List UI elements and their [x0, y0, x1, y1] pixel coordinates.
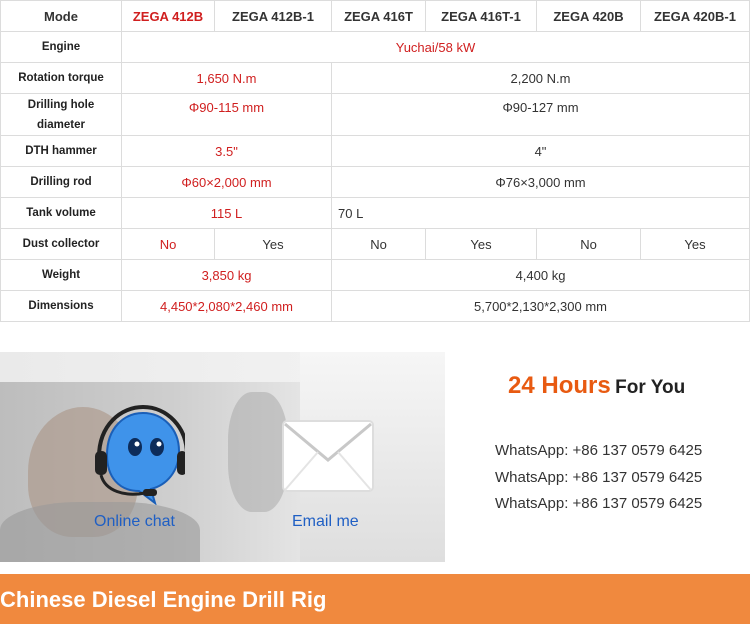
model-zega-412b-1: ZEGA 412B-1 — [214, 0, 332, 32]
contact-title: 24 Hours For You — [508, 372, 685, 400]
dimensions-value-b: 5,700*2,130*2,300 mm — [331, 290, 750, 322]
headset-chat-icon[interactable] — [95, 405, 185, 505]
model-zega-420b: ZEGA 420B — [536, 0, 641, 32]
contact-lines: WhatsApp: +86 137 0579 6425 WhatsApp: +8… — [495, 438, 702, 518]
row-label-rotation-torque: Rotation torque — [0, 62, 122, 94]
tank-volume-value-a: 115 L — [121, 197, 332, 229]
dust-collector-value: Yes — [640, 228, 750, 260]
spec-table: Mode ZEGA 412B ZEGA 412B-1 ZEGA 416T ZEG… — [0, 0, 750, 322]
drilling-rod-value-a: Φ60×2,000 mm — [121, 166, 332, 198]
table-row-dth-hammer: DTH hammer 3.5" 4" — [0, 135, 750, 167]
dust-collector-value: No — [121, 228, 215, 260]
dust-collector-value: Yes — [214, 228, 332, 260]
dust-collector-value: No — [331, 228, 426, 260]
dust-collector-value: Yes — [425, 228, 537, 260]
support-agent-body — [0, 502, 200, 562]
dth-hammer-value-a: 3.5" — [121, 135, 332, 167]
hole-diameter-value-a: Φ90-115 mm — [121, 93, 332, 136]
whatsapp-link[interactable]: WhatsApp: +86 137 0579 6425 — [495, 491, 702, 518]
contact-panel: 24 Hours For You WhatsApp: +86 137 0579 … — [445, 352, 750, 562]
table-row-engine: Engine Yuchai/58 kW — [0, 31, 750, 63]
header-mode-label: Mode — [0, 0, 122, 32]
table-row-drilling-rod: Drilling rod Φ60×2,000 mm Φ76×3,000 mm — [0, 166, 750, 198]
row-label-drilling-rod: Drilling rod — [0, 166, 122, 198]
table-row-rotation-torque: Rotation torque 1,650 N.m 2,200 N.m — [0, 62, 750, 94]
table-header-row: Mode ZEGA 412B ZEGA 412B-1 ZEGA 416T ZEG… — [0, 0, 750, 32]
rotation-torque-value-b: 2,200 N.m — [331, 62, 750, 94]
weight-value-b: 4,400 kg — [331, 259, 750, 291]
contact-title-rest: For You — [615, 377, 686, 398]
dimensions-value-a: 4,450*2,080*2,460 mm — [121, 290, 332, 322]
section-title-bar: Chinese Diesel Engine Drill Rig — [0, 574, 750, 624]
email-me-link[interactable]: Email me — [292, 513, 359, 531]
model-zega-416t: ZEGA 416T — [331, 0, 426, 32]
table-row-dust-collector: Dust collector No Yes No Yes No Yes — [0, 228, 750, 260]
online-chat-link[interactable]: Online chat — [94, 513, 175, 531]
table-row-tank-volume: Tank volume 115 L 70 L — [0, 197, 750, 229]
row-label-dust-collector: Dust collector — [0, 228, 122, 260]
weight-value-a: 3,850 kg — [121, 259, 332, 291]
support-banner: Online chat Email me — [0, 352, 445, 562]
label-line-2: diameter — [37, 118, 85, 131]
model-zega-416t-1: ZEGA 416T-1 — [425, 0, 537, 32]
contact-title-highlight: 24 Hours — [508, 372, 611, 399]
envelope-icon[interactable] — [282, 420, 374, 492]
tank-volume-value-b: 70 L — [331, 197, 750, 229]
row-label-tank-volume: Tank volume — [0, 197, 122, 229]
dth-hammer-value-b: 4" — [331, 135, 750, 167]
model-zega-412b: ZEGA 412B — [121, 0, 215, 32]
engine-value: Yuchai/58 kW — [121, 31, 750, 63]
dust-collector-value: No — [536, 228, 641, 260]
row-label-engine: Engine — [0, 31, 122, 63]
row-label-dth-hammer: DTH hammer — [0, 135, 122, 167]
row-label-weight: Weight — [0, 259, 122, 291]
table-row-weight: Weight 3,850 kg 4,400 kg — [0, 259, 750, 291]
whatsapp-link[interactable]: WhatsApp: +86 137 0579 6425 — [495, 465, 702, 492]
table-row-dimensions: Dimensions 4,450*2,080*2,460 mm 5,700*2,… — [0, 290, 750, 322]
background-person-image — [228, 392, 288, 512]
model-zega-420b-1: ZEGA 420B-1 — [640, 0, 750, 32]
row-label-drilling-hole-diameter: Drilling hole diameter — [0, 93, 122, 136]
table-row-drilling-hole-diameter: Drilling hole diameter Φ90-115 mm Φ90-12… — [0, 93, 750, 136]
drilling-rod-value-b: Φ76×3,000 mm — [331, 166, 750, 198]
label-line-1: Drilling hole — [27, 98, 95, 111]
hole-diameter-value-b: Φ90-127 mm — [331, 93, 750, 136]
section-title: Chinese Diesel Engine Drill Rig — [0, 587, 327, 612]
row-label-dimensions: Dimensions — [0, 290, 122, 322]
whatsapp-link[interactable]: WhatsApp: +86 137 0579 6425 — [495, 438, 702, 465]
rotation-torque-value-a: 1,650 N.m — [121, 62, 332, 94]
